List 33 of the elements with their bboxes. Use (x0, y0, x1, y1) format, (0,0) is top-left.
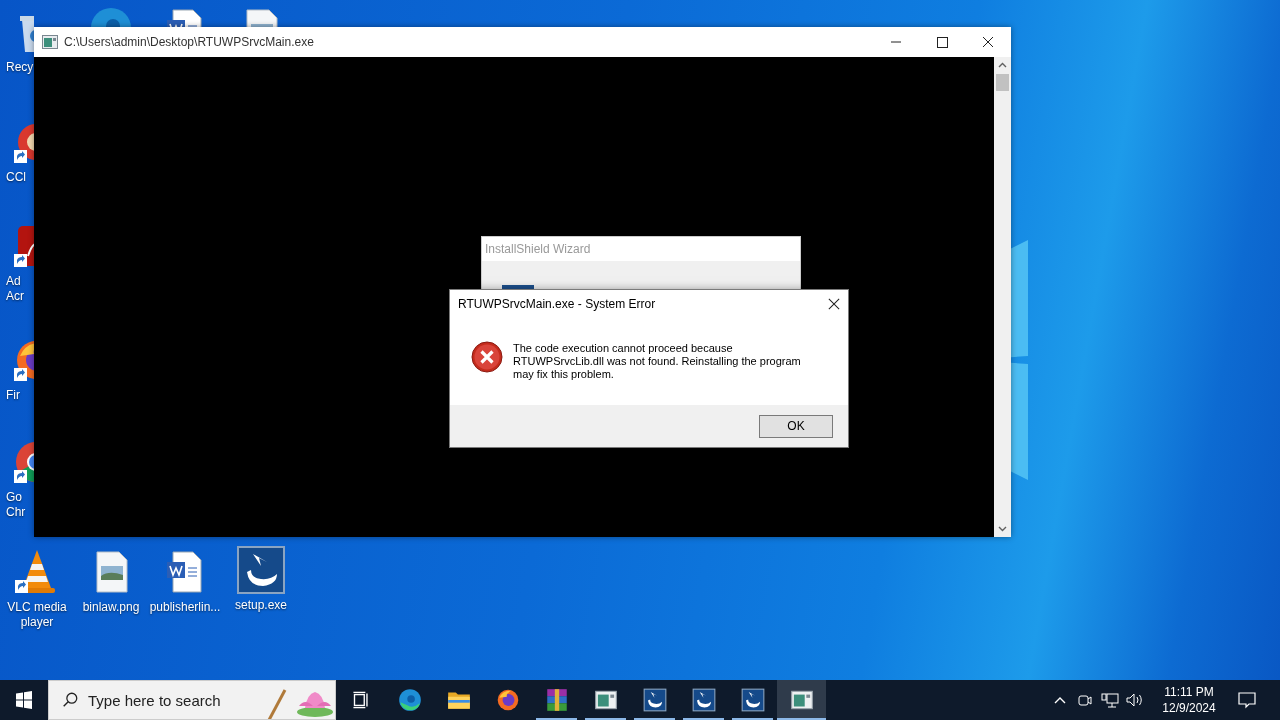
close-button[interactable] (828, 298, 840, 310)
scrollbar[interactable] (994, 57, 1011, 537)
icon-label: publisherlin... (149, 600, 221, 615)
notifications-icon[interactable] (1237, 690, 1257, 710)
scrollbar-thumb[interactable] (996, 74, 1009, 91)
ok-button[interactable]: OK (759, 414, 833, 438)
window-title: C:\Users\admin\Desktop\RTUWPSrvcMain.exe (64, 35, 314, 49)
icon-label: setup.exe (234, 598, 287, 613)
icon-label: Fir (6, 388, 20, 403)
icon-label: VLC media player (7, 600, 67, 630)
error-message: The code execution cannot proceed because RTUWPSrvcLib.dll was not found. Reinstalling the program may fix this problem. (513, 342, 801, 381)
icon-label: Go Chr (6, 490, 26, 520)
taskbar-app-button[interactable] (777, 680, 826, 720)
installer-icon (502, 285, 534, 289)
installer-icon (641, 687, 668, 713)
installer-icon[interactable] (237, 546, 285, 594)
edge-icon (396, 687, 423, 713)
installer-icon (690, 687, 717, 713)
clock[interactable]: 11:11 PM 12/9/2024 (1151, 684, 1227, 716)
dialog-title: InstallShield Wizard (482, 237, 800, 261)
search-field[interactable]: Type here to search (48, 680, 336, 720)
installer-icon (739, 687, 766, 713)
console-app-icon (42, 35, 58, 49)
clock-date: 12/9/2024 (1162, 700, 1216, 716)
network-icon[interactable] (1099, 690, 1120, 710)
search-icon (61, 691, 79, 709)
icon-label: CCl (6, 170, 26, 185)
icon-label: Ad Acr (6, 274, 24, 304)
icon-label: Recy (6, 60, 34, 75)
error-icon (471, 341, 503, 373)
clock-time: 11:11 PM (1164, 684, 1214, 700)
dialog-title: RTUWPSrvcMain.exe - System Error (458, 297, 657, 311)
icon-label: binlaw.png (82, 600, 140, 615)
